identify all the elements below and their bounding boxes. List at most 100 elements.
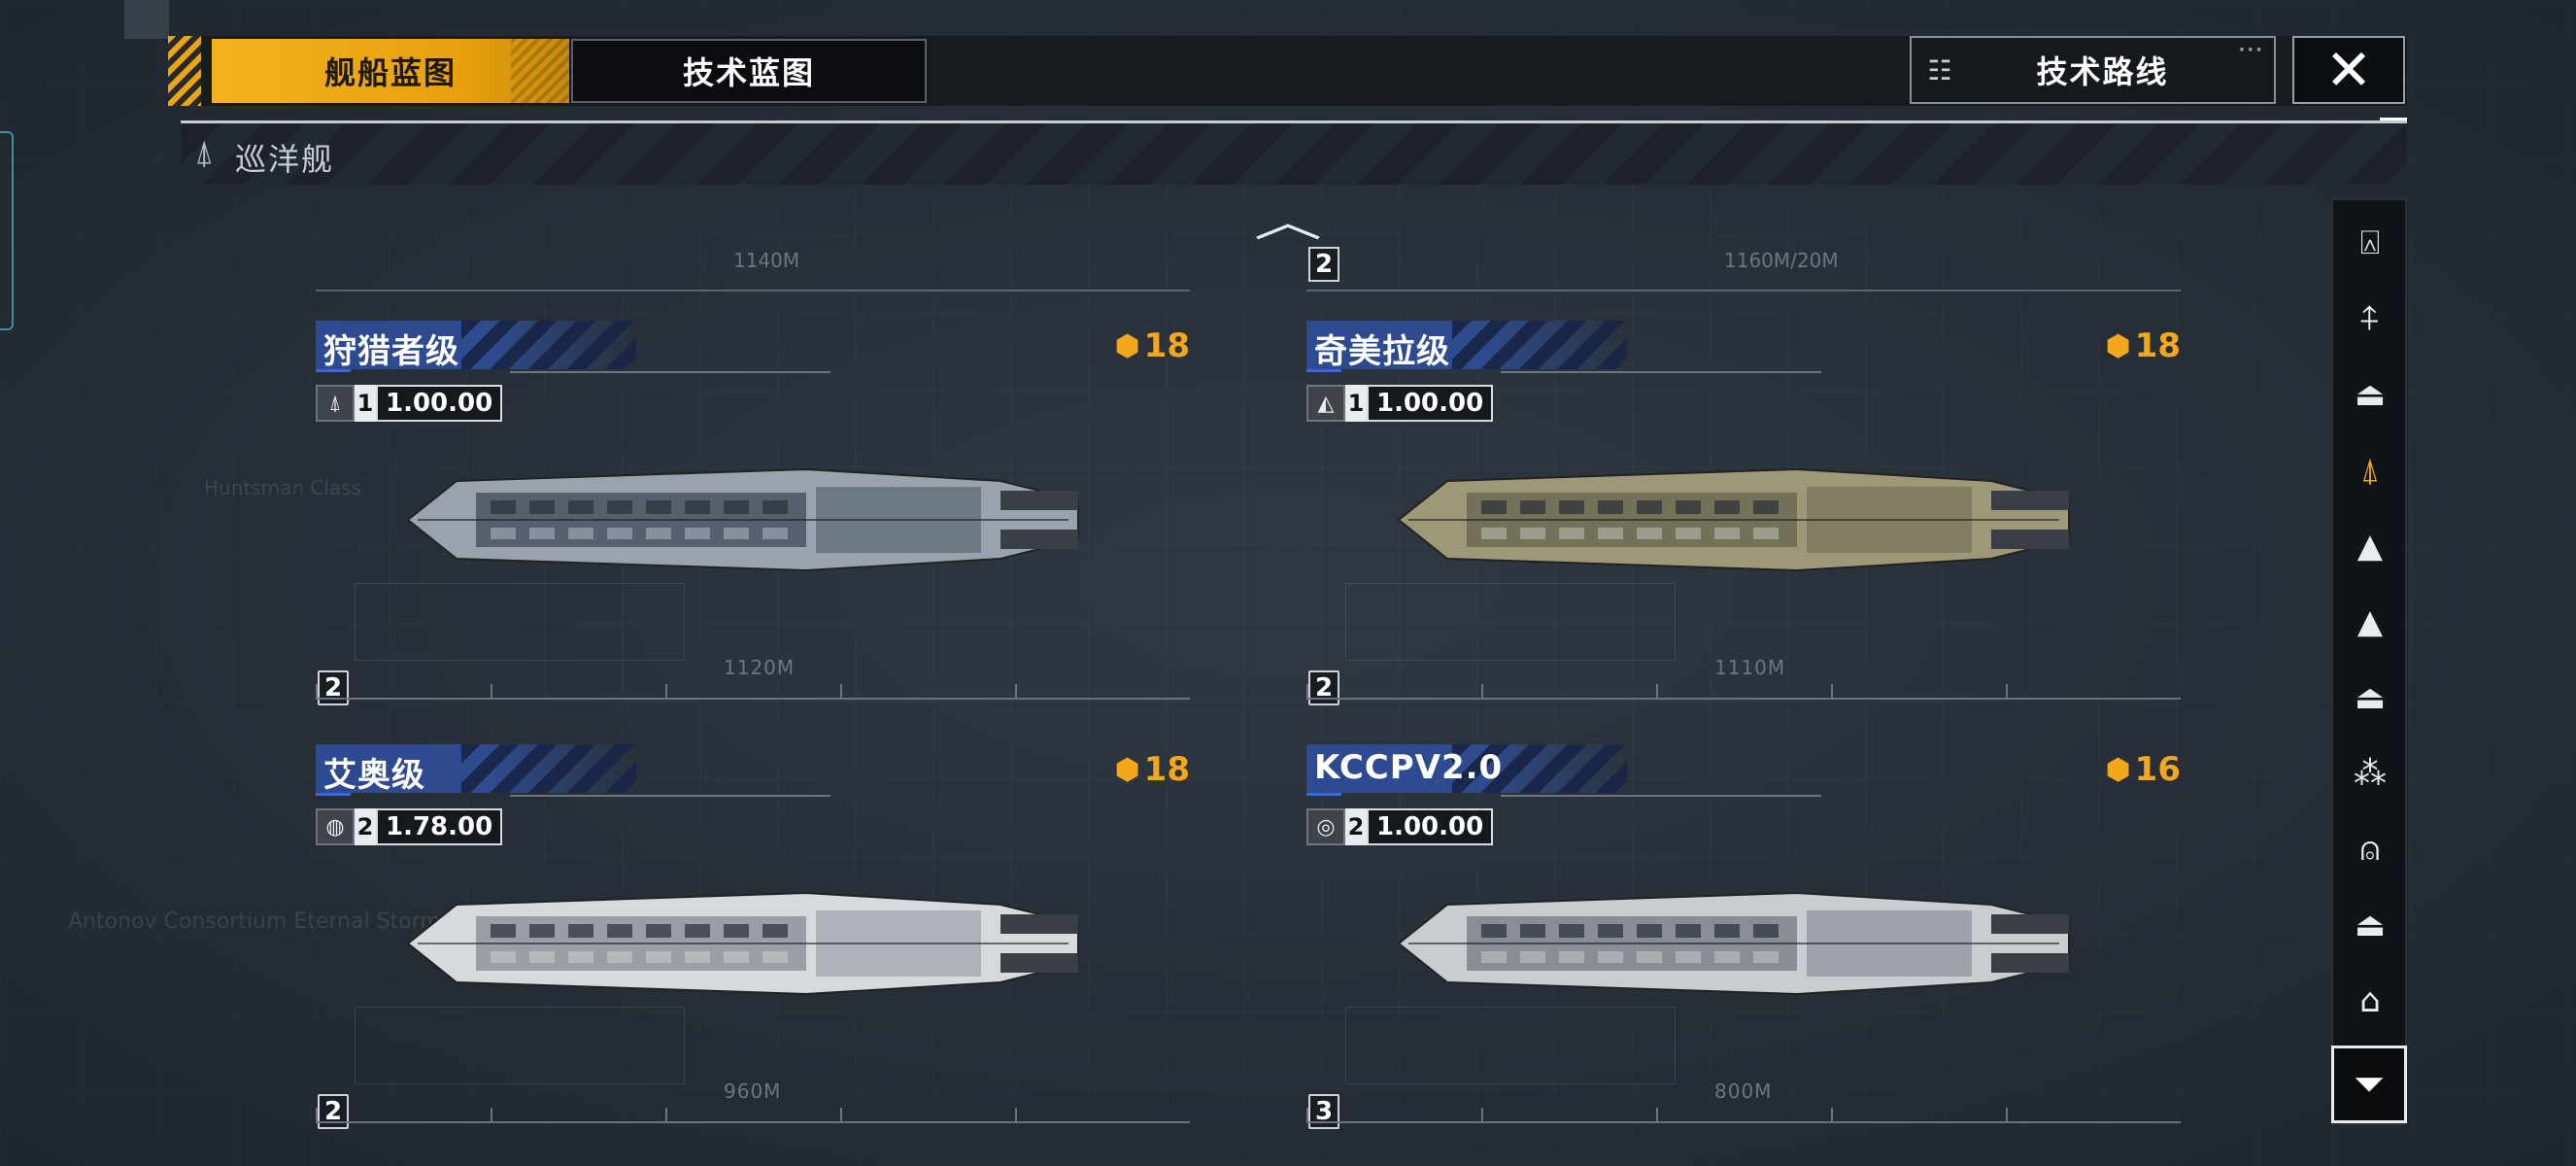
- left-drawer-handle[interactable]: [0, 131, 14, 330]
- globe-icon: ◎: [1306, 808, 1345, 845]
- ship-card[interactable]: 奇美拉级 ⬢18 ◭ 1 1.00.00 2 1110M: [1306, 321, 2181, 729]
- cost-display: ⬢ 18: [1114, 326, 1190, 365]
- tab-label: 舰船蓝图: [323, 54, 457, 91]
- ship-level: 1: [355, 385, 376, 422]
- resource-hex-icon: ⬢: [1114, 752, 1140, 787]
- planet-icon: ◍: [316, 808, 355, 845]
- ship-card[interactable]: KCCPV2.0 ⬢16 ◎ 2 1.00.00 3 800M: [1306, 744, 2181, 1152]
- version-badge: ⍋ 1 1.00.00: [316, 385, 503, 422]
- ship-image: [406, 891, 1079, 996]
- ruler-line: [316, 698, 1190, 700]
- resource-hex-icon: ⬢: [2105, 752, 2131, 787]
- version-badge: ◍ 2 1.78.00: [316, 808, 503, 845]
- station-icon[interactable]: ⌂: [2347, 977, 2393, 1024]
- ship-version: 1.78.00: [376, 808, 503, 845]
- carrier-icon[interactable]: ⏏: [2347, 371, 2393, 418]
- ship-card[interactable]: 狩猎者级 ⬢18 ⍋ 1 1.00.00 2 1120M: [316, 321, 1190, 729]
- tab-ship-blueprints[interactable]: 舰船蓝图: [212, 39, 569, 103]
- battleship-icon[interactable]: ▲: [2347, 599, 2393, 645]
- header-accent: [2380, 118, 2407, 120]
- hazard-stripe: [168, 36, 201, 106]
- category-header: ⍋ 巡洋舰: [181, 120, 2407, 185]
- cost-display: ⬢ 16: [2105, 750, 2181, 789]
- ship-version: 1.00.00: [1367, 808, 1494, 845]
- ruler-ticks: [316, 684, 1190, 698]
- ship-name: KCCPV2.0: [1314, 748, 1504, 787]
- corvette-icon[interactable]: ⍝: [2347, 826, 2393, 873]
- more-dots-icon: ···: [2238, 40, 2264, 60]
- ship-length: 1160M/20M: [1724, 249, 1839, 272]
- title-stripes: [1452, 321, 1627, 369]
- filter-icon: ⏷: [2354, 1062, 2385, 1107]
- faction-icon: ◭: [1306, 385, 1345, 422]
- battlecruiser-icon[interactable]: ▲: [2347, 523, 2393, 569]
- partial-card-top-right: 2 1160M/20M: [1306, 185, 2181, 292]
- title-underline: [1306, 369, 1341, 372]
- frigate-icon[interactable]: ⍓: [2347, 220, 2393, 266]
- tech-route-button[interactable]: ☷ 技术路线 ···: [1910, 36, 2276, 104]
- version-badge: ◭ 1 1.00.00: [1306, 385, 1494, 422]
- auxiliary-icon[interactable]: ⏏: [2347, 674, 2393, 721]
- cost-value: 16: [2134, 750, 2181, 789]
- title-stripes: [461, 744, 636, 793]
- blueprint-sketch: [1345, 583, 1676, 661]
- ship-length: 960M: [724, 1080, 782, 1103]
- cost-value: 18: [1143, 750, 1190, 789]
- blueprint-sketch: [355, 1007, 685, 1084]
- ruler-ticks: [316, 1108, 1190, 1121]
- ship-level: 2: [355, 808, 376, 845]
- ship-image: [1397, 467, 2070, 572]
- callout-line: [1501, 371, 1821, 373]
- filter-button[interactable]: ⏷: [2331, 1046, 2407, 1123]
- cruiser-icon[interactable]: ⍋: [2347, 447, 2393, 494]
- ship-level: 2: [1345, 808, 1367, 845]
- close-icon: ✕: [2324, 37, 2373, 103]
- cost-value: 18: [1143, 326, 1190, 365]
- ruler-ticks: [1306, 684, 2181, 698]
- cruiser-icon: ⍋: [194, 133, 215, 172]
- tab-label: 技术蓝图: [682, 54, 815, 91]
- ship-version: 1.00.00: [376, 385, 503, 422]
- tab-tech-blueprints[interactable]: 技术蓝图: [571, 39, 927, 103]
- close-button[interactable]: ✕: [2292, 36, 2405, 104]
- category-title: 巡洋舰: [235, 141, 335, 178]
- ship-type-sidebar: ⍓ ⍏ ⏏ ⍋ ▲ ▲ ⏏ ⁂ ⍝ ⏏ ⌂: [2331, 198, 2407, 1125]
- resource-hex-icon: ⬢: [1114, 328, 1140, 363]
- ship-image: [406, 467, 1079, 572]
- ship-name: 艾奥级: [323, 756, 425, 795]
- ship-length: 1120M: [724, 656, 796, 679]
- title-underline: [316, 369, 351, 372]
- ruler-line: [316, 1121, 1190, 1123]
- cost-display: ⬢ 18: [1114, 750, 1190, 789]
- title-underline: [1306, 793, 1341, 796]
- callout-line: [1501, 795, 1821, 797]
- fighter-icon[interactable]: ⁂: [2347, 750, 2393, 797]
- ship-length: 1110M: [1714, 656, 1786, 679]
- ruler-ticks: [1306, 1108, 2181, 1121]
- ship-card[interactable]: 艾奥级 ⬢18 ◍ 2 1.78.00 2 960M: [316, 744, 1190, 1152]
- partial-card-top-left: 1140M: [316, 185, 1190, 292]
- hull-number: 2: [1308, 247, 1339, 282]
- corner-marker: [124, 0, 169, 39]
- resource-hex-icon: ⬢: [2105, 328, 2131, 363]
- cost-value: 18: [2134, 326, 2181, 365]
- ruler-line: [1306, 698, 2181, 700]
- title-underline: [316, 793, 351, 796]
- destroyer-icon[interactable]: ⍏: [2347, 295, 2393, 342]
- ship-level: 1: [1345, 385, 1367, 422]
- version-badge: ◎ 2 1.00.00: [1306, 808, 1494, 845]
- ship-length: 800M: [1714, 1080, 1773, 1103]
- rocket-icon: ⍋: [316, 385, 355, 422]
- ruler-line: [1306, 1121, 2181, 1123]
- tree-list-icon: ☷: [1927, 53, 1954, 86]
- ship-name: 狩猎者级: [323, 332, 459, 371]
- ship-image: [1397, 891, 2070, 996]
- ship-name: 奇美拉级: [1314, 332, 1450, 371]
- blueprint-sketch: [1345, 1007, 1676, 1084]
- cost-display: ⬢ 18: [2105, 326, 2181, 365]
- ship-length: 1140M: [733, 249, 800, 272]
- title-stripes: [461, 321, 636, 369]
- callout-line: [510, 371, 830, 373]
- callout-line: [510, 795, 830, 797]
- hangar-icon[interactable]: ⏏: [2347, 902, 2393, 948]
